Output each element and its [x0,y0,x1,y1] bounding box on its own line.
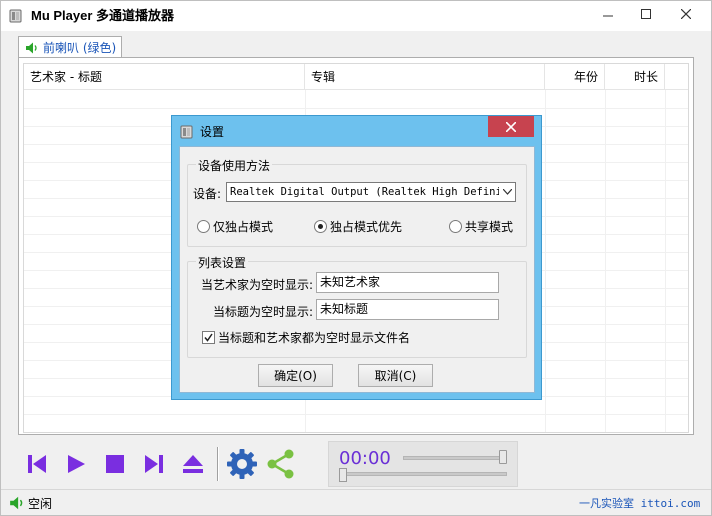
title-bar[interactable]: Mu Player 多通道播放器 [1,1,711,31]
device-label: 设备: [193,187,222,201]
window-title: Mu Player 多通道播放器 [31,8,175,23]
title-empty-value: 未知标题 [320,302,369,316]
speaker-icon [26,42,37,53]
radio-selected-dot [318,224,323,229]
tab-label: 前喇叭 (绿色) [43,41,117,55]
next-button[interactable] [139,449,169,479]
playback-panel: 00:00 [328,441,518,487]
stop-icon [106,455,124,473]
artist-empty-value: 未知艺术家 [320,275,381,289]
status-bar: 空闲 一凡实验室 ittoi.com [1,489,711,515]
website-link[interactable]: 一凡实验室 ittoi.com [579,495,700,511]
seek-slider[interactable] [339,472,507,476]
cancel-button[interactable]: 取消(C) [358,364,433,387]
list-settings-title: 列表设置 [196,254,249,271]
gear-icon [227,449,257,479]
volume-slider[interactable] [403,456,503,460]
stop-button[interactable] [100,449,130,479]
maximize-icon [641,9,651,19]
cancel-button-label: 取消(C) [374,369,417,383]
share-button[interactable] [264,447,298,481]
previous-button[interactable] [22,449,52,479]
play-icon [68,455,85,473]
status-text: 空闲 [28,497,53,511]
dialog-close-button[interactable] [488,116,534,137]
chevron-down-icon [499,183,515,201]
prev-icon [28,455,46,473]
checkbox-box [202,331,215,344]
device-select-value: Realtek Digital Output (Realtek High Def… [230,186,515,198]
radio-circle [449,220,462,233]
tab-front-speaker[interactable]: 前喇叭 (绿色) [18,36,122,58]
volume-slider-thumb[interactable] [499,450,507,464]
list-header: 艺术家 - 标题 专辑 年份 时长 [24,64,688,90]
grid-line [665,90,666,432]
dialog-title: 设置 [200,125,225,139]
app-icon [180,124,196,140]
eject-button[interactable] [178,449,208,479]
grid-line [24,414,688,415]
eject-icon [183,455,203,473]
checkbox-label: 当标题和艺术家都为空时显示文件名 [218,331,411,345]
radio-circle [197,220,210,233]
grid-line [545,90,546,432]
column-header-year[interactable]: 年份 [545,64,605,90]
close-icon [506,121,516,132]
time-display: 00:00 [339,448,391,469]
ok-button-label: 确定(O) [274,369,317,383]
grid-line [605,90,606,432]
grid-line [24,108,688,109]
speaker-icon [9,495,25,511]
toolbar-separator [217,447,219,481]
artist-empty-label: 当艺术家为空时显示: [200,278,313,292]
minimize-button[interactable] [591,1,625,27]
mode-exclusive-preferred-radio[interactable]: 独占模式优先 [314,218,402,235]
ok-button[interactable]: 确定(O) [258,364,333,387]
title-empty-input[interactable]: 未知标题 [316,299,499,320]
mode-exclusive-only-radio[interactable]: 仅独占模式 [197,218,273,235]
radio-label: 独占模式优先 [330,220,403,234]
artist-empty-input[interactable]: 未知艺术家 [316,272,499,293]
radio-circle [314,220,327,233]
app-icon [9,8,25,24]
share-icon [267,449,294,479]
radio-label: 仅独占模式 [213,220,274,234]
radio-label: 共享模式 [465,220,514,234]
settings-dialog: 设置 设备使用方法 设备: Realtek Digital Output (Re… [171,115,542,400]
checkmark-icon [204,333,213,342]
next-icon [145,455,163,473]
show-filename-checkbox[interactable]: 当标题和艺术家都为空时显示文件名 [202,329,410,346]
player-toolbar: 00:00 [18,439,694,489]
play-button[interactable] [61,449,91,479]
seek-slider-thumb[interactable] [339,468,347,482]
minimize-icon [603,15,613,17]
close-icon [681,9,691,19]
close-button[interactable] [669,1,703,27]
device-group-title: 设备使用方法 [196,157,273,174]
mode-shared-radio[interactable]: 共享模式 [449,218,513,235]
column-header-artist-title[interactable]: 艺术家 - 标题 [24,64,305,90]
dialog-body: 设备使用方法 设备: Realtek Digital Output (Realt… [179,146,535,393]
title-empty-label: 当标题为空时显示: [212,305,313,319]
column-header-duration[interactable]: 时长 [605,64,665,90]
maximize-button[interactable] [629,1,663,27]
device-select[interactable]: Realtek Digital Output (Realtek High Def… [226,182,516,202]
column-header-album[interactable]: 专辑 [305,64,545,90]
settings-button[interactable] [225,447,259,481]
